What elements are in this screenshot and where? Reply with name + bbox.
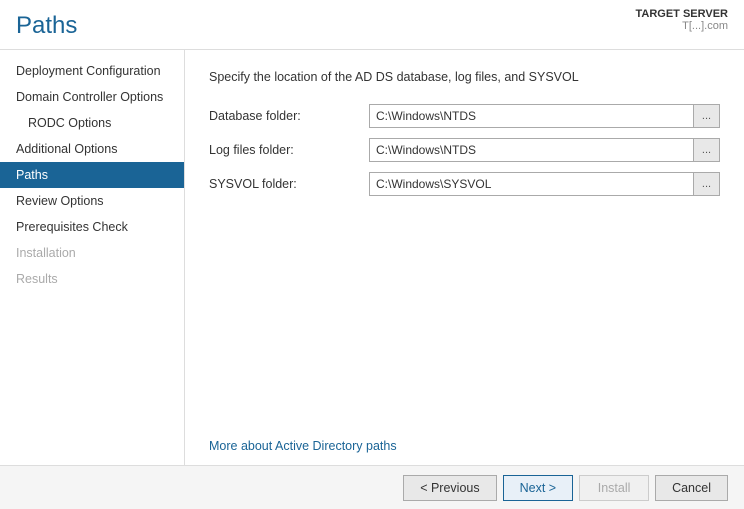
- sysvol-folder-browse-button[interactable]: ...: [694, 172, 720, 196]
- form-row-database-folder: Database folder:...: [209, 104, 720, 128]
- sidebar-item-deployment-configuration[interactable]: Deployment Configuration: [0, 58, 184, 84]
- database-folder-input-group: ...: [369, 104, 720, 128]
- database-folder-input[interactable]: [369, 104, 694, 128]
- target-server-label: TARGET SERVER: [636, 8, 729, 20]
- log-files-folder-input[interactable]: [369, 138, 694, 162]
- sidebar-item-domain-controller-options[interactable]: Domain Controller Options: [0, 84, 184, 110]
- target-server-value: T[...].com: [682, 20, 728, 32]
- sidebar-item-prerequisites-check[interactable]: Prerequisites Check: [0, 214, 184, 240]
- log-files-folder-label: Log files folder:: [209, 143, 369, 157]
- log-files-folder-browse-button[interactable]: ...: [694, 138, 720, 162]
- panel-description: Specify the location of the AD DS databa…: [209, 70, 720, 84]
- footer: < Previous Next > Install Cancel: [0, 465, 744, 509]
- sysvol-folder-input[interactable]: [369, 172, 694, 196]
- previous-button[interactable]: < Previous: [403, 475, 496, 501]
- target-server-info: TARGET SERVER T[...].com: [636, 8, 729, 32]
- database-folder-browse-button[interactable]: ...: [694, 104, 720, 128]
- form-row-sysvol-folder: SYSVOL folder:...: [209, 172, 720, 196]
- database-folder-label: Database folder:: [209, 109, 369, 123]
- right-panel: Specify the location of the AD DS databa…: [185, 50, 744, 465]
- header: Paths TARGET SERVER T[...].com: [0, 0, 744, 50]
- page-title: Paths: [16, 12, 77, 40]
- sidebar-item-additional-options[interactable]: Additional Options: [0, 136, 184, 162]
- cancel-button[interactable]: Cancel: [655, 475, 728, 501]
- form-fields: Database folder:...Log files folder:...S…: [209, 104, 720, 206]
- sidebar-item-paths[interactable]: Paths: [0, 162, 184, 188]
- next-button[interactable]: Next >: [503, 475, 573, 501]
- more-about-link[interactable]: More about Active Directory paths: [209, 439, 720, 453]
- install-button: Install: [579, 475, 649, 501]
- main-content: Deployment ConfigurationDomain Controlle…: [0, 50, 744, 465]
- form-row-log-files-folder: Log files folder:...: [209, 138, 720, 162]
- sidebar-item-installation: Installation: [0, 240, 184, 266]
- sidebar: Deployment ConfigurationDomain Controlle…: [0, 50, 185, 465]
- sidebar-item-review-options[interactable]: Review Options: [0, 188, 184, 214]
- sysvol-folder-label: SYSVOL folder:: [209, 177, 369, 191]
- log-files-folder-input-group: ...: [369, 138, 720, 162]
- sysvol-folder-input-group: ...: [369, 172, 720, 196]
- sidebar-item-results: Results: [0, 266, 184, 292]
- sidebar-item-rodc-options[interactable]: RODC Options: [0, 110, 184, 136]
